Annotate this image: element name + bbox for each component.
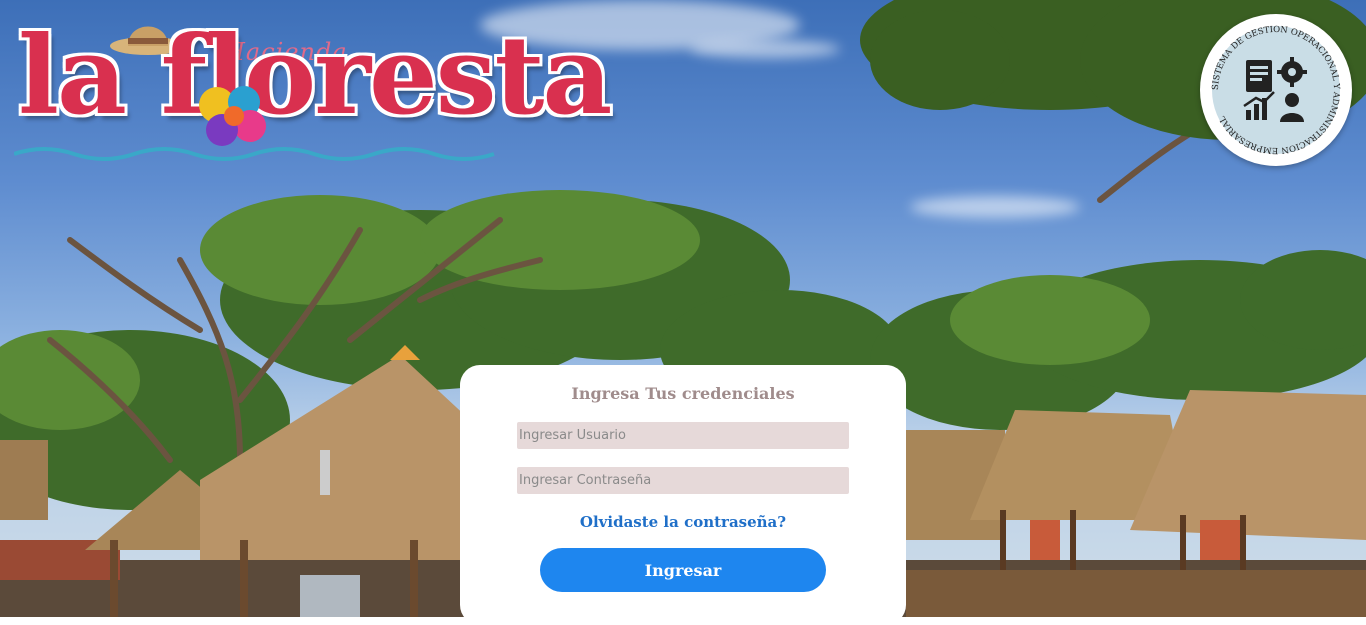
logo-title: la floresta	[18, 13, 612, 139]
gear-icon	[1277, 57, 1307, 87]
chart-icon	[1243, 91, 1275, 120]
forgot-password-link[interactable]: Olvidaste la contraseña?	[460, 513, 906, 531]
login-card: Ingresa Tus credenciales Olvidaste la co…	[460, 365, 906, 625]
document-icon	[1246, 60, 1272, 92]
password-input[interactable]	[517, 467, 849, 494]
badge-text: SISTEMA DE GESTION OPERACIONAL Y ADMINIS…	[1211, 25, 1341, 155]
hacienda-la-floresta-logo: Hacienda la floresta	[14, 8, 612, 168]
user-icon	[1280, 93, 1304, 122]
username-input[interactable]	[517, 422, 849, 449]
wave-icon	[14, 147, 495, 161]
flower-icon	[199, 86, 266, 146]
login-title: Ingresa Tus credenciales	[571, 384, 795, 403]
login-button[interactable]: Ingresar	[540, 548, 826, 592]
sgoae-badge: SISTEMA DE GESTION OPERACIONAL Y ADMINIS…	[1200, 14, 1352, 166]
